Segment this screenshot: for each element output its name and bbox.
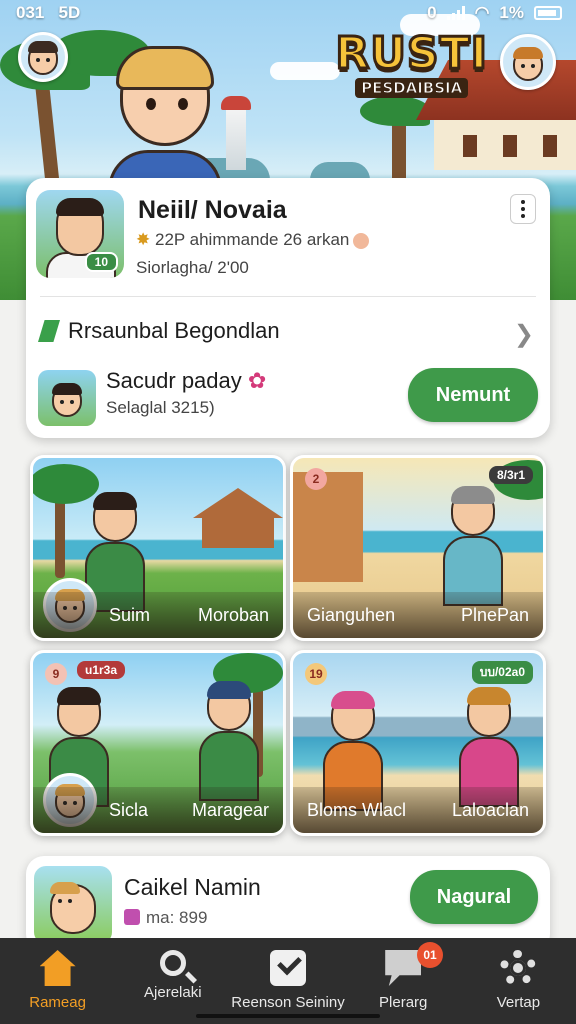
tab-label: Plerarg — [379, 994, 428, 1011]
primary-action-button[interactable]: Nemunt — [408, 368, 538, 422]
status-bar: 031 5D 0 ◠ 1% — [0, 0, 576, 26]
profile-stats: ✸ 22P ahimmande 26 arkan — [136, 230, 370, 250]
signal-icon — [446, 6, 465, 20]
coin-icon: ✸ — [136, 230, 151, 249]
logo-title: RUSTI — [334, 28, 489, 79]
chevron-right-icon[interactable]: ❯ — [514, 320, 534, 349]
status-time: 031 5D — [16, 3, 81, 22]
search-icon — [159, 950, 186, 976]
wifi-icon: ◠ — [474, 3, 490, 22]
more-options-icon[interactable] — [510, 194, 536, 224]
flag-icon — [38, 320, 60, 342]
logo-subtitle: PESDAIBSIA — [355, 78, 469, 98]
scene-tile[interactable]: 2 8/3r1 Gianguhen PlnePan — [290, 455, 546, 641]
tile-badge: บบ/02a0 — [471, 661, 533, 684]
divider — [40, 296, 536, 297]
activity-subtitle: Selaglal 3215) — [106, 398, 215, 417]
user-avatar-right[interactable] — [500, 34, 556, 90]
user-avatar-left[interactable] — [18, 32, 68, 82]
suggestion-row[interactable]: Rrsaunbal Begondlan — [38, 318, 280, 344]
reaction-icon — [353, 232, 370, 249]
scene-tile[interactable]: Suim Moroban — [30, 455, 286, 641]
mascot-illustration — [108, 46, 222, 190]
notification-badge: 01 — [417, 942, 444, 968]
home-icon — [39, 950, 76, 986]
tab-label: Ajerelaki — [144, 984, 202, 1001]
gift-icon — [124, 909, 140, 925]
activity-title: Sacudr paday ✿ — [106, 368, 267, 393]
scene-tile[interactable]: 19 บบ/02a0 Bloms Wlacl Laloaclan — [290, 650, 546, 836]
gear-icon — [500, 950, 537, 986]
profile-status: Siorlagha/ 2'00 — [136, 258, 249, 277]
profile-name: Neiil/ Novaia — [138, 196, 287, 224]
battery-percent: 1% — [499, 3, 524, 22]
tile-badge: u1r3a — [77, 661, 126, 679]
featured-thumbnail — [34, 866, 112, 944]
check-icon — [270, 950, 306, 986]
lighthouse-icon — [221, 96, 251, 170]
tab-messages[interactable]: 01 Plerarg — [346, 938, 461, 1024]
tile-number-badge: 2 — [305, 468, 327, 490]
tab-label: Vertap — [496, 994, 541, 1011]
bottom-tab-bar: Rameag Ajerelaki Reenson Seininy 01 Pler… — [0, 938, 576, 1024]
tile-caption: Bloms Wlacl Laloaclan — [293, 787, 543, 833]
tile-badge: 8/3r1 — [488, 466, 533, 484]
tile-caption: Sicla Maragear — [33, 787, 283, 833]
photo-tag: 10 — [84, 252, 118, 272]
tab-settings[interactable]: Vertap — [461, 938, 576, 1024]
tile-caption: Gianguhen PlnePan — [293, 592, 543, 638]
battery-icon — [534, 6, 562, 20]
featured-subtitle: ma: 899 — [124, 908, 207, 928]
tile-number-badge: 9 — [45, 663, 67, 685]
tab-label: Rameag — [29, 994, 86, 1011]
suggestion-label: Rrsaunbal Begondlan — [68, 318, 280, 343]
profile-card: 10 Neiil/ Novaia ✸ 22P ahimmande 26 arka… — [26, 178, 550, 438]
status-right: 0 — [427, 3, 437, 22]
tile-number-badge: 19 — [305, 663, 327, 685]
tab-label: Reenson Seininy — [231, 994, 345, 1011]
activity-thumbnail — [38, 370, 96, 426]
featured-title: Caikel Namin — [124, 874, 261, 900]
tile-caption: Suim Moroban — [33, 592, 283, 638]
profile-photo[interactable]: 10 — [36, 190, 124, 278]
home-indicator — [196, 1014, 380, 1018]
flower-icon: ✿ — [247, 368, 267, 393]
scene-tile[interactable]: 9 u1r3a Sicla Maragear — [30, 650, 286, 836]
tab-search[interactable]: Ajerelaki — [115, 938, 230, 1024]
chat-icon — [385, 950, 422, 986]
tab-home[interactable]: Rameag — [0, 938, 115, 1024]
featured-action-button[interactable]: Nagural — [410, 870, 538, 924]
tab-tasks[interactable]: Reenson Seininy — [230, 938, 345, 1024]
game-logo: RUSTI PESDAIBSIA — [334, 28, 489, 98]
